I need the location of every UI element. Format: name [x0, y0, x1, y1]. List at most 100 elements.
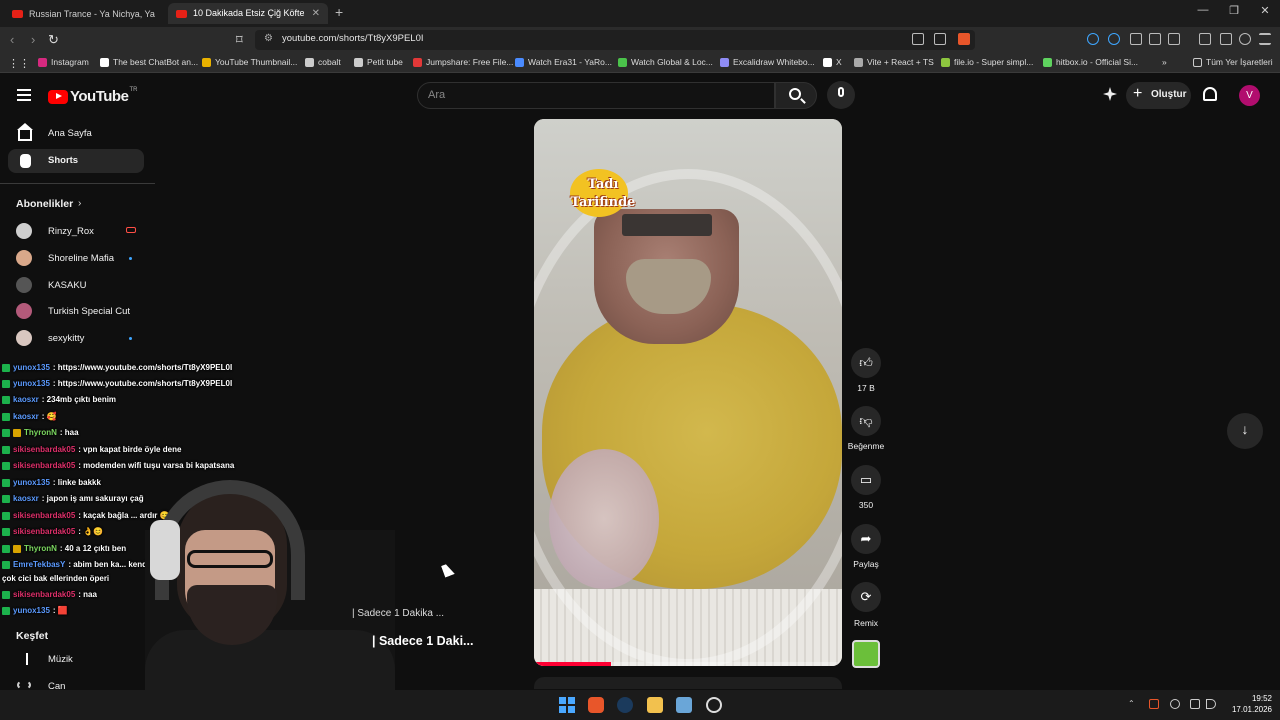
sidebar-icon[interactable] — [1168, 33, 1180, 45]
back-icon[interactable]: ‹ — [10, 32, 14, 47]
close-tab-icon[interactable]: ✕ — [312, 8, 320, 19]
video-progress-fill — [534, 662, 611, 666]
fileio-icon — [941, 57, 950, 67]
app-icon[interactable] — [706, 697, 722, 713]
speaker-icon[interactable] — [1206, 699, 1216, 709]
bookmark-item[interactable]: Excalidraw Whitebo... — [720, 57, 815, 67]
steam-icon[interactable] — [617, 697, 633, 713]
hitbox-icon — [1043, 57, 1052, 67]
badge-icon — [13, 544, 21, 553]
hamburger-menu-icon[interactable] — [17, 89, 31, 101]
bookmark-item[interactable]: X — [823, 57, 842, 67]
remix-label: Remix — [853, 618, 879, 628]
bookmark-item[interactable]: Vite + React + TS — [854, 57, 934, 67]
remix-button[interactable]: ⟳ — [851, 582, 881, 612]
streamer-body — [145, 630, 395, 690]
extension-icon[interactable] — [1108, 33, 1120, 45]
bookmark-item[interactable]: The best ChatBot an... — [100, 57, 198, 67]
bookmark-item[interactable]: Watch Era31 - YaRo... — [515, 57, 612, 67]
bookmark-item[interactable]: Watch Global & Loc... — [618, 57, 713, 67]
home-icon — [17, 123, 33, 141]
chevron-up-icon[interactable]: ⌃ — [1128, 699, 1138, 709]
brave-shield-icon[interactable] — [958, 33, 970, 45]
notifications-bell-icon[interactable] — [1203, 87, 1217, 101]
new-tab-button[interactable]: + — [335, 4, 343, 20]
remote-desktop-icon[interactable] — [676, 697, 692, 713]
music-icon[interactable] — [1220, 33, 1232, 45]
era31-icon — [515, 57, 524, 67]
next-short-button[interactable]: ↓ — [1227, 413, 1263, 449]
time-text: 19:52 — [1251, 694, 1272, 703]
network-icon[interactable] — [1190, 699, 1200, 709]
windows-start-icon[interactable] — [559, 697, 575, 713]
menu-icon[interactable] — [1259, 33, 1271, 45]
sidebar-item-home[interactable]: Ana Sayfa — [8, 122, 144, 146]
reload-icon[interactable]: ↻ — [48, 32, 59, 48]
vpn-icon[interactable] — [1239, 33, 1251, 45]
bookmark-item[interactable]: YouTube Thumbnail... — [202, 57, 297, 67]
comments-button[interactable]: ▭ — [851, 465, 881, 495]
apps-icon[interactable]: ⋮⋮ — [8, 57, 30, 70]
short-title[interactable]: | Sadece 1 Dakika ... — [352, 608, 444, 619]
channel-avatar — [16, 277, 32, 293]
forward-icon[interactable]: › — [31, 32, 35, 47]
share-icon[interactable] — [934, 33, 946, 45]
microphone-icon[interactable] — [1170, 699, 1180, 709]
channel-avatar[interactable] — [852, 640, 880, 668]
sidebar-item-shorts[interactable]: Shorts — [8, 149, 144, 173]
shorts-video-player[interactable]: Tadı Tarifinde — [534, 119, 842, 666]
badge-icon — [2, 606, 10, 615]
bookmark-item[interactable]: hitbox.io - Official Si... — [1043, 57, 1138, 67]
tab-title: 10 Dakikada Etsiz Çiğ Köfte 🔥 — [193, 8, 304, 18]
extension-icon[interactable] — [1130, 33, 1142, 45]
cast-icon[interactable] — [912, 33, 924, 45]
tray-app-icon[interactable] — [1149, 699, 1159, 709]
bookmark-item[interactable]: file.io - Super simpl... — [941, 57, 1033, 67]
like-button[interactable]: 👍︎ — [851, 348, 881, 378]
bookmark-icon[interactable]: ⌑ — [236, 32, 243, 48]
bookmark-item[interactable]: Jumpshare: Free File... — [413, 57, 513, 67]
streamer-webcam — [145, 470, 395, 690]
avatar[interactable]: V — [1239, 85, 1260, 106]
close-window-icon[interactable]: ✕ — [1255, 4, 1275, 17]
site-info-icon[interactable]: ⚙ — [264, 33, 273, 44]
share-button[interactable]: ➦ — [851, 524, 881, 554]
all-bookmarks-button[interactable]: Tüm Yer İşaretleri — [1193, 57, 1273, 67]
subscriptions-header[interactable]: Abonelikler — [16, 198, 73, 210]
youtube-play-icon — [48, 89, 68, 104]
browser-tab-active[interactable]: 10 Dakikada Etsiz Çiğ Köfte 🔥 ✕ — [168, 3, 328, 24]
more-bookmarks-button[interactable]: » — [1162, 57, 1167, 67]
browser-tab-bar: Russian Trance - Ya Nichya, Ya Chuzh... … — [0, 0, 1280, 27]
maximize-icon[interactable]: ❐ — [1224, 4, 1244, 17]
file-explorer-icon[interactable] — [647, 697, 663, 713]
browser-tab[interactable]: Russian Trance - Ya Nichya, Ya Chuzh... — [4, 3, 164, 24]
download-icon[interactable] — [1199, 33, 1211, 45]
channel-watermark-text: Tadı Tarifinde — [570, 177, 636, 210]
sidebar-item-music[interactable]: Müzik — [48, 654, 73, 665]
audio-icon[interactable] — [1087, 33, 1099, 45]
thumbnail-icon — [202, 57, 211, 67]
comment-icon: ▭ — [859, 472, 873, 487]
dislike-button[interactable]: 👎︎ — [851, 406, 881, 436]
sparkle-icon[interactable] — [1103, 87, 1117, 101]
chatbot-icon — [100, 57, 109, 67]
minimize-icon[interactable]: — — [1193, 4, 1213, 16]
subscription-name: Rinzy_Rox — [48, 226, 94, 237]
bookmark-item[interactable]: Instagram — [38, 57, 89, 67]
youtube-logo[interactable]: YouTube TR — [48, 87, 137, 105]
chevron-right-icon[interactable]: › — [78, 198, 81, 209]
bookmark-item[interactable]: cobalt — [305, 57, 341, 67]
search-input[interactable] — [417, 82, 775, 109]
clock[interactable]: 19:52 17.01.2026 — [1222, 693, 1272, 715]
badge-icon — [2, 590, 10, 599]
channel-avatar — [16, 303, 32, 319]
brave-browser-icon[interactable] — [588, 697, 604, 713]
short-title-bold[interactable]: | Sadece 1 Daki... — [372, 634, 473, 648]
mouse-cursor-icon — [441, 562, 455, 578]
bookmark-item[interactable]: Petit tube — [354, 57, 403, 67]
video-progress-bar[interactable] — [534, 662, 842, 666]
badge-icon — [2, 412, 10, 421]
puzzle-icon[interactable] — [1149, 33, 1161, 45]
thumbs-down-icon: 👎︎ — [859, 413, 873, 428]
next-short-preview[interactable] — [534, 677, 842, 689]
